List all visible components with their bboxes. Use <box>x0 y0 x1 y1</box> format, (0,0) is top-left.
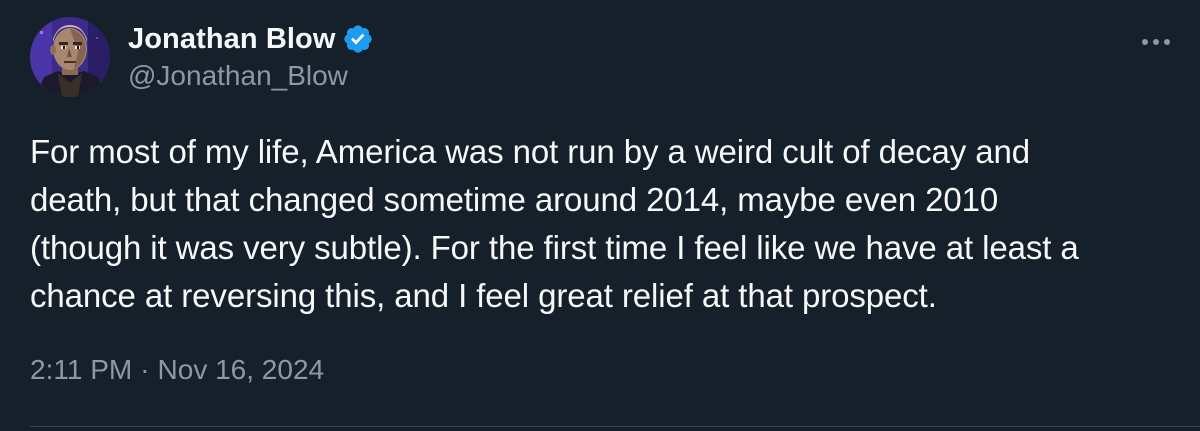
divider <box>30 426 1200 427</box>
avatar[interactable] <box>30 17 110 97</box>
tweet-date: Nov 16, 2024 <box>157 354 325 385</box>
tweet-text-line: For most of my life, America was not run… <box>30 133 1031 170</box>
tweet-text-line: death, but that changed sometime around … <box>30 181 999 218</box>
more-horizontal-icon <box>1142 39 1170 45</box>
more-options-button[interactable] <box>1136 22 1176 62</box>
author-display-name[interactable]: Jonathan Blow <box>128 23 336 56</box>
tweet-text: For most of my life, America was not run… <box>30 128 1180 320</box>
tweet-text-line: chance at reversing this, and I feel gre… <box>30 277 937 314</box>
avatar-portrait-icon <box>30 17 110 97</box>
tweet-card: Jonathan Blow @Jonathan_Blow For most of… <box>0 0 1200 431</box>
tweet-time: 2:11 PM <box>30 354 133 385</box>
tweet-time-link[interactable]: 2:11 PM · Nov 16, 2024 <box>30 354 324 385</box>
author-handle[interactable]: @Jonathan_Blow <box>128 60 348 92</box>
tweet-timestamp: 2:11 PM · Nov 16, 2024 <box>30 354 324 386</box>
tweet-text-line: (though it was very subtle). For the fir… <box>30 229 1079 266</box>
timestamp-separator: · <box>140 354 150 385</box>
verified-badge-icon[interactable] <box>342 23 374 55</box>
author-name-row: Jonathan Blow <box>128 19 374 59</box>
